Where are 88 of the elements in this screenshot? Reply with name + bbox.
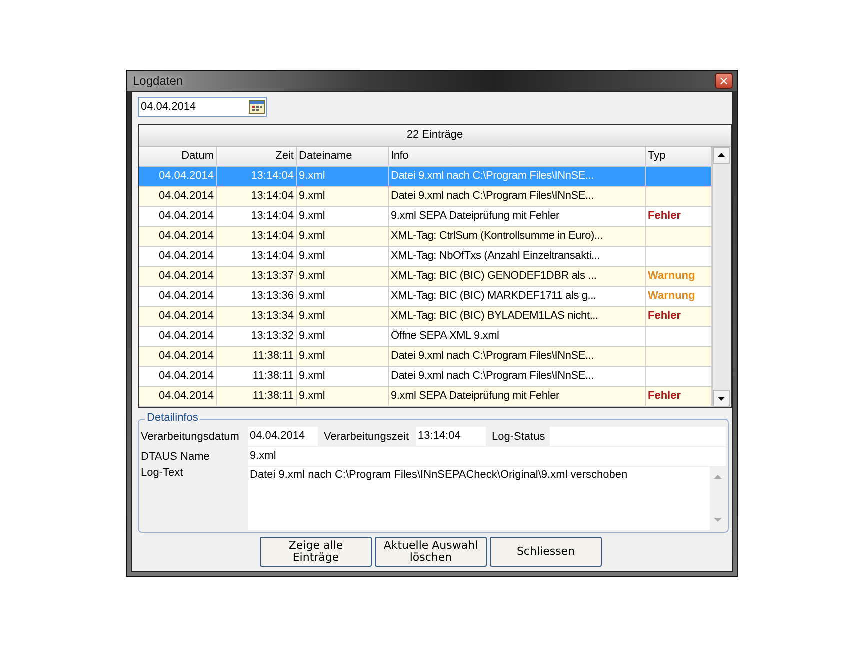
table-cell: 13:14:04	[217, 167, 297, 186]
table-cell: 9.xml	[297, 387, 389, 406]
table-cell: 9.xml	[297, 167, 389, 186]
table-cell: 04.04.2014	[139, 227, 217, 246]
table-row[interactable]: 04.04.2014 13:14:04 9.xml XML-Tag: NbOfTxs (Anzahl Einzeltransakti...	[139, 247, 712, 267]
column-header[interactable]: Info	[389, 147, 646, 166]
table-cell: 9.xml	[297, 227, 389, 246]
date-field[interactable]: 04.04.2014	[138, 97, 267, 117]
calendar-icon[interactable]	[249, 100, 265, 114]
close-button[interactable]: ×	[715, 73, 733, 89]
table-cell: Datei 9.xml nach C:\Program Files\INnSE...	[389, 367, 646, 386]
date-value-field[interactable]: 04.04.2014	[248, 427, 318, 446]
table-cell: 11:38:11	[217, 367, 297, 386]
table-cell: 13:13:36	[217, 287, 297, 306]
table-cell: 9.xml	[297, 307, 389, 326]
table-cell: XML-Tag: BIC (BIC) BYLADEM1LAS nicht...	[389, 307, 646, 326]
dialog-button[interactable]: Schliessen	[490, 537, 602, 567]
table-cell: 9.xml SEPA Dateiprüfung mit Fehler	[389, 387, 646, 406]
table-cell: 13:14:04	[217, 247, 297, 266]
table-row[interactable]: 04.04.2014 11:38:11 9.xml Datei 9.xml nach C:\Program Files\INnSE...	[139, 347, 712, 367]
dialog-button[interactable]: Zeige alle Einträge	[260, 537, 372, 567]
table-cell: 9.xml	[297, 367, 389, 386]
table-row[interactable]: 04.04.2014 13:14:04 9.xml 9.xml SEPA Dateiprüfung mit Fehler Fehler	[139, 207, 712, 227]
field-label: DTAUS Name	[141, 450, 211, 462]
table-cell: Datei 9.xml nach C:\Program Files\INnSE...	[389, 167, 646, 186]
status-label: Warnung	[648, 270, 696, 282]
time-value-field[interactable]: 13:14:04	[416, 427, 486, 446]
table-cell: 9.xml	[297, 287, 389, 306]
table-row[interactable]: 04.04.2014 13:14:04 9.xml Datei 9.xml nach C:\Program Files\INnSE...	[139, 187, 712, 207]
status-label: Fehler	[648, 310, 682, 322]
table-cell: XML-Tag: NbOfTxs (Anzahl Einzeltransakti...	[389, 247, 646, 266]
table-row[interactable]: 04.04.2014 11:38:11 9.xml Datei 9.xml nach C:\Program Files\INnSE...	[139, 367, 712, 387]
table-cell: 04.04.2014	[139, 187, 217, 206]
table-cell: XML-Tag: CtrlSum (Kontrollsumme in Euro)...	[389, 227, 646, 246]
group-legend: Detailinfos	[145, 412, 200, 424]
table-row[interactable]: 04.04.2014 13:13:36 9.xml XML-Tag: BIC (BIC) MARKDEF1711 als g... Warnung	[139, 287, 712, 307]
table-cell: XML-Tag: BIC (BIC) MARKDEF1711 als g...	[389, 287, 646, 306]
dialog-button[interactable]: Aktuelle Auswahl löschen	[375, 537, 487, 567]
window-title: Logdaten	[133, 74, 184, 88]
column-header[interactable]: Zeit	[217, 147, 297, 166]
field-label: Verarbeitungsdatum	[141, 430, 240, 442]
table-row[interactable]: 04.04.2014 13:14:04 9.xml XML-Tag: CtrlSum (Kontrollsumme in Euro)...	[139, 227, 712, 247]
name-value-field[interactable]: 9.xml	[248, 447, 726, 466]
table-cell: 11:38:11	[217, 347, 297, 366]
table-cell: 9.xml SEPA Dateiprüfung mit Fehler	[389, 207, 646, 226]
column-header[interactable]: Dateiname	[297, 147, 389, 166]
table-cell: 04.04.2014	[139, 287, 217, 306]
table-cell: 13:13:32	[217, 327, 297, 346]
field-label: Verarbeitungszeit	[323, 430, 410, 442]
table-caption: 22 Einträge	[139, 125, 731, 147]
table-cell: 9.xml	[297, 347, 389, 366]
table-cell: 04.04.2014	[139, 167, 217, 186]
table-row[interactable]: 04.04.2014 13:13:32 9.xml Öffne SEPA XML 9.xml	[139, 327, 712, 347]
status-label: Warnung	[648, 290, 696, 302]
table-cell: 9.xml	[297, 327, 389, 346]
field-label: Log-Status	[491, 430, 546, 442]
status-label: Fehler	[648, 210, 682, 222]
table-row[interactable]: 04.04.2014 13:13:34 9.xml XML-Tag: BIC (BIC) BYLADEM1LAS nicht... Fehler	[139, 307, 712, 327]
table-cell: 04.04.2014	[139, 387, 217, 406]
table-cell: 04.04.2014	[139, 267, 217, 286]
table-cell: 13:14:04	[217, 187, 297, 206]
table-cell: 04.04.2014	[139, 347, 217, 366]
table-cell: 13:14:04	[217, 207, 297, 226]
table-cell: 04.04.2014	[139, 327, 217, 346]
table-row[interactable]: 04.04.2014 11:38:11 9.xml 9.xml SEPA Dateiprüfung mit Fehler Fehler	[139, 387, 712, 407]
field-label: Log-Text	[141, 467, 184, 481]
table-cell: 13:14:04	[217, 227, 297, 246]
table-cell: Datei 9.xml nach C:\Program Files\INnSE...	[389, 347, 646, 366]
scroll-down-icon[interactable]	[713, 390, 730, 407]
table-cell: 04.04.2014	[139, 207, 217, 226]
table-cell: 13:13:34	[217, 307, 297, 326]
table-cell: 04.04.2014	[139, 367, 217, 386]
table-cell: 11:38:11	[217, 387, 297, 406]
table-row[interactable]: 04.04.2014 13:13:37 9.xml XML-Tag: BIC (BIC) GENODEF1DBR als ... Warnung	[139, 267, 712, 287]
table-cell: 13:13:37	[217, 267, 297, 286]
table-cell: 04.04.2014	[139, 307, 217, 326]
table-cell: Datei 9.xml nach C:\Program Files\INnSE...	[389, 187, 646, 206]
scroll-up-icon[interactable]	[713, 147, 730, 164]
column-header[interactable]: Datum	[139, 147, 217, 166]
table-cell: 9.xml	[297, 267, 389, 286]
table-cell: 9.xml	[297, 187, 389, 206]
table-cell: 9.xml	[297, 247, 389, 266]
table-cell: 9.xml	[297, 207, 389, 226]
scrollbar[interactable]	[712, 147, 731, 407]
table-cell: Öffne SEPA XML 9.xml	[389, 327, 646, 346]
status-label: Fehler	[648, 390, 682, 402]
table-cell: XML-Tag: BIC (BIC) GENODEF1DBR als ...	[389, 267, 646, 286]
table-cell: 04.04.2014	[139, 247, 217, 266]
